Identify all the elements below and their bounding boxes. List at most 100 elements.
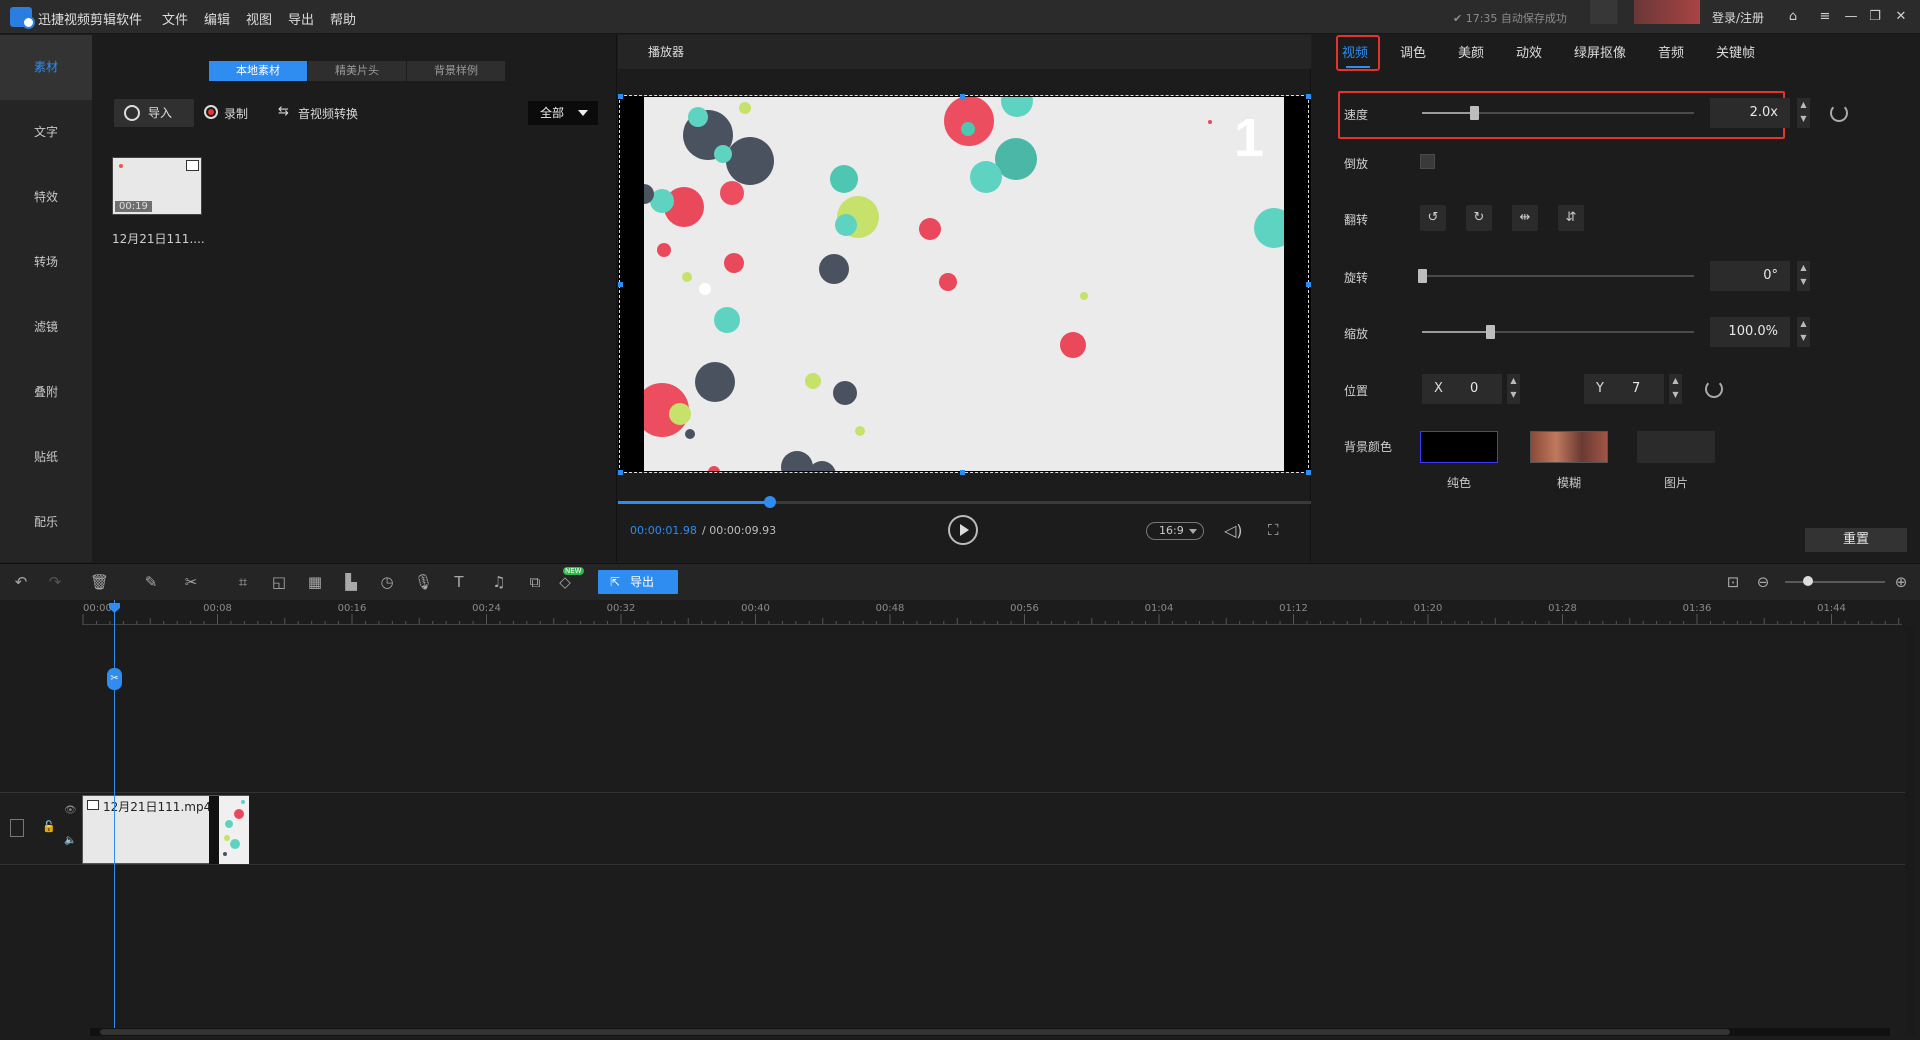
menu-help[interactable]: 帮助 xyxy=(330,9,356,28)
timeline-vertical-scrollbar[interactable] xyxy=(1905,626,1915,1036)
reset-button[interactable]: 重置 xyxy=(1805,528,1907,552)
record-button[interactable]: 录制 xyxy=(204,105,248,122)
selection-box[interactable] xyxy=(619,95,1309,473)
timeline-scroll-thumb[interactable] xyxy=(100,1029,1730,1035)
position-x-stepper[interactable]: ▲ ▼ xyxy=(1506,374,1520,404)
resize-handle-bl[interactable] xyxy=(618,470,623,475)
rotate-right-icon[interactable]: ↻ xyxy=(1466,205,1492,231)
sidebar-item-text[interactable]: 文字 xyxy=(0,100,92,165)
redo-icon[interactable]: ↷ xyxy=(46,573,64,591)
sidebar-item-stickers[interactable]: 贴纸 xyxy=(0,425,92,490)
tab-chroma-key[interactable]: 绿屏抠像 xyxy=(1574,42,1626,61)
speed-value[interactable]: 2.0x xyxy=(1710,98,1790,128)
menu-file[interactable]: 文件 xyxy=(162,9,188,28)
volume-icon[interactable]: ◁) xyxy=(1224,521,1246,541)
timeline-zoom-track[interactable] xyxy=(1785,581,1885,583)
rotate-slider-knob[interactable] xyxy=(1418,269,1427,283)
sidebar-item-media[interactable]: 素材 xyxy=(0,35,92,100)
scale-slider-knob[interactable] xyxy=(1486,325,1495,339)
voice-icon[interactable]: 🎙 xyxy=(414,573,433,591)
media-clip-thumbnail[interactable]: 00:19 xyxy=(112,157,202,215)
import-button[interactable]: 导入 xyxy=(114,99,194,127)
playback-progress-knob[interactable] xyxy=(764,496,777,508)
timeline-video-clip[interactable]: 12月21日111.mp4 xyxy=(82,795,249,864)
speed-reset-icon[interactable] xyxy=(1830,104,1848,122)
tab-local-media[interactable]: 本地素材 xyxy=(209,61,307,81)
playhead-line[interactable] xyxy=(114,600,115,1032)
sidebar-item-filters[interactable]: 滤镜 xyxy=(0,295,92,360)
export-button[interactable]: ⇱ 导出 xyxy=(598,570,678,594)
position-y-stepper[interactable]: ▲ ▼ xyxy=(1668,374,1682,404)
reverse-checkbox[interactable] xyxy=(1420,154,1435,169)
rotate-left-icon[interactable]: ↺ xyxy=(1420,205,1446,231)
resize-handle-tl[interactable] xyxy=(618,94,623,99)
speed-stepper[interactable]: ▲ ▼ xyxy=(1796,98,1810,128)
lock-icon[interactable]: 🔓 xyxy=(42,820,56,833)
position-reset-icon[interactable] xyxy=(1705,380,1723,398)
resize-icon[interactable]: ◱ xyxy=(270,573,288,591)
sidebar-item-overlay[interactable]: 叠附 xyxy=(0,360,92,425)
menu-export[interactable]: 导出 xyxy=(288,9,314,28)
tab-keyframe[interactable]: 关键帧 xyxy=(1716,42,1755,61)
resize-handle-t[interactable] xyxy=(960,94,965,99)
zoom-out-icon[interactable]: ⊖ xyxy=(1754,573,1772,591)
maximize-icon[interactable]: ❐ xyxy=(1866,8,1884,26)
split-scissors-icon[interactable]: ✂ xyxy=(107,668,122,690)
scale-value[interactable]: 100.0% xyxy=(1710,317,1790,347)
mosaic-icon[interactable]: ▦ xyxy=(306,573,324,591)
zoom-in-icon[interactable]: ⊕ xyxy=(1892,573,1910,591)
mute-icon[interactable]: 🔈 xyxy=(64,835,76,846)
play-button[interactable] xyxy=(948,515,978,545)
tab-beauty[interactable]: 美颜 xyxy=(1458,42,1484,61)
rotate-value[interactable]: 0° xyxy=(1710,261,1790,291)
login-link[interactable]: 登录/注册 xyxy=(1712,9,1764,26)
voice-change-icon[interactable]: ♫ xyxy=(490,573,508,591)
timeline-zoom-knob[interactable] xyxy=(1803,576,1813,586)
visibility-icon[interactable]: 👁 xyxy=(64,805,77,816)
sidebar-item-music[interactable]: 配乐 xyxy=(0,490,92,555)
undo-icon[interactable]: ↶ xyxy=(12,573,30,591)
aspect-ratio-select[interactable]: 16:9 xyxy=(1146,522,1204,540)
close-icon[interactable]: ✕ xyxy=(1892,8,1910,26)
tab-motion[interactable]: 动效 xyxy=(1516,42,1542,61)
position-y-field[interactable]: Y7 xyxy=(1584,374,1664,404)
resize-handle-l[interactable] xyxy=(618,282,623,287)
media-filter-select[interactable]: 全部 xyxy=(528,101,598,125)
tab-backgrounds[interactable]: 背景样例 xyxy=(407,61,505,81)
fit-timeline-icon[interactable]: ⊡ xyxy=(1724,573,1742,591)
bg-solid-swatch[interactable] xyxy=(1420,431,1498,463)
position-x-field[interactable]: X0 xyxy=(1422,374,1502,404)
crop-icon[interactable]: ⌗ xyxy=(234,573,252,591)
home-icon[interactable]: ⌂ xyxy=(1784,8,1802,26)
picture-in-picture-icon[interactable]: ⧉ xyxy=(526,573,544,591)
flip-vertical-icon[interactable]: ⇵ xyxy=(1558,205,1584,231)
text-to-speech-icon[interactable]: T xyxy=(450,573,468,591)
resize-handle-tr[interactable] xyxy=(1306,94,1311,99)
bg-image-swatch[interactable] xyxy=(1637,431,1715,463)
bg-blur-swatch[interactable] xyxy=(1530,431,1608,463)
speed-slider-knob[interactable] xyxy=(1469,106,1479,120)
tab-audio[interactable]: 音频 xyxy=(1658,42,1684,61)
timeline-ruler[interactable]: 00:00 00:08 00:16 00:24 00:32 00:40 00:48 00:56… xyxy=(82,600,1902,626)
rotate-stepper[interactable]: ▲ ▼ xyxy=(1796,261,1810,291)
av-convert-button[interactable]: ⇆ 音视频转换 xyxy=(278,104,358,122)
fullscreen-icon[interactable]: ⛶ xyxy=(1268,521,1288,541)
sidebar-item-effects[interactable]: 特效 xyxy=(0,165,92,230)
menu-view[interactable]: 视图 xyxy=(246,9,272,28)
tab-intros[interactable]: 精美片头 xyxy=(308,61,406,81)
sidebar-item-transitions[interactable]: 转场 xyxy=(0,230,92,295)
resize-handle-b[interactable] xyxy=(960,470,965,475)
delete-icon[interactable]: 🗑 xyxy=(90,573,109,591)
duration-icon[interactable]: ◷ xyxy=(378,573,396,591)
scale-stepper[interactable]: ▲ ▼ xyxy=(1796,317,1810,347)
resize-handle-r[interactable] xyxy=(1306,282,1311,287)
minimize-icon[interactable]: — xyxy=(1842,8,1860,26)
edit-icon[interactable]: ✎ xyxy=(142,573,160,591)
flip-horizontal-icon[interactable]: ⇹ xyxy=(1512,205,1538,231)
menu-edit[interactable]: 编辑 xyxy=(204,9,230,28)
tab-color[interactable]: 调色 xyxy=(1400,42,1426,61)
resize-handle-br[interactable] xyxy=(1306,470,1311,475)
user-avatar[interactable] xyxy=(1590,0,1700,24)
chart-icon[interactable]: ▙ xyxy=(342,573,360,591)
cut-icon[interactable]: ✂ xyxy=(182,573,200,591)
